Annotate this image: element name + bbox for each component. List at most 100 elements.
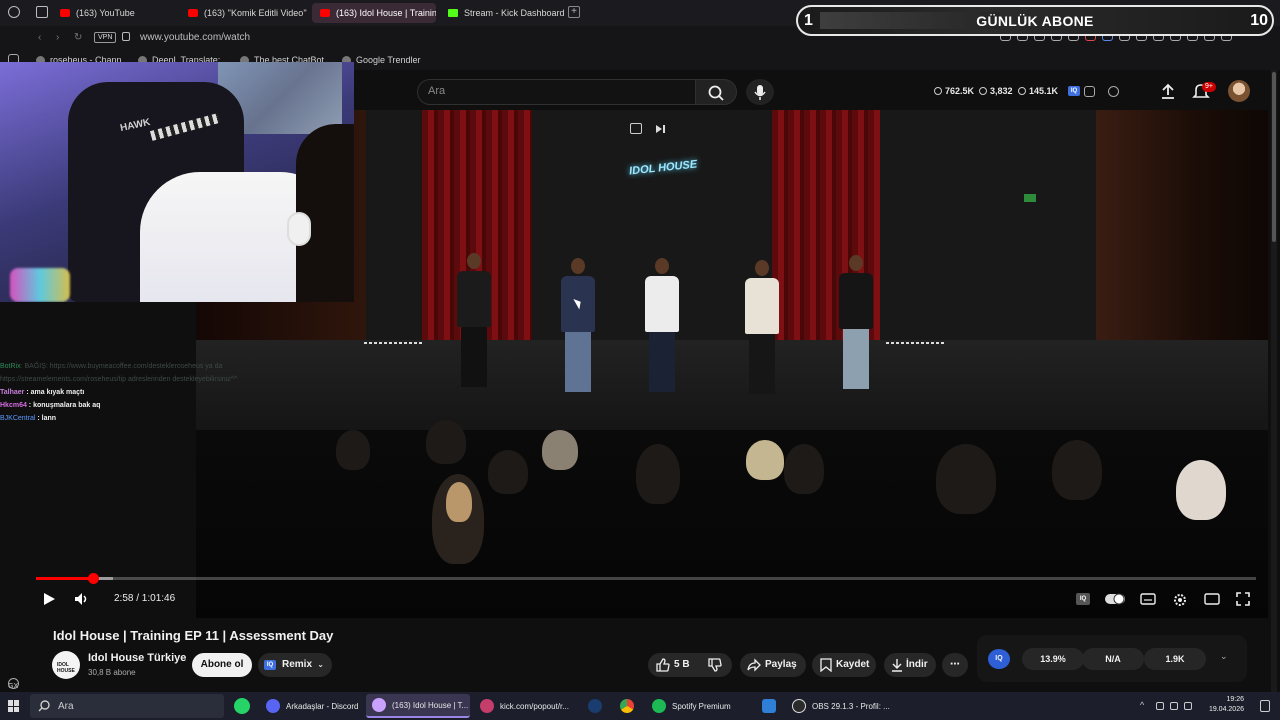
- goal-target-count: 10: [1250, 11, 1268, 29]
- microphone-tray-icon[interactable]: [1156, 702, 1164, 710]
- lock-icon[interactable]: [122, 32, 130, 41]
- vpn-badge[interactable]: VPN: [94, 32, 117, 43]
- autoplay-toggle[interactable]: [1104, 592, 1126, 606]
- award-icon[interactable]: [1108, 86, 1119, 97]
- network-icon[interactable]: [1170, 702, 1178, 710]
- stream-chat-overlay: BotRix: BAĞIŞ: https://www.buymeacoffee.…: [0, 360, 270, 425]
- scrubber-handle[interactable]: [88, 573, 100, 584]
- opera-gx-icon: [480, 699, 494, 713]
- played-bar: [36, 577, 94, 580]
- screen: (163) YouTube (163) ''Komik Editli Video…: [0, 0, 1280, 720]
- iq-stat-cell: N/A: [1082, 648, 1144, 670]
- taskbar-item-kick-popout[interactable]: kick.com/popout/r...: [474, 694, 578, 718]
- performer: [558, 258, 598, 392]
- scrollbar-thumb[interactable]: [1272, 72, 1276, 242]
- chat-message: BJKCentral : lann: [0, 415, 57, 422]
- chrome-icon[interactable]: [620, 699, 634, 713]
- iq-player-icon[interactable]: IQ: [1076, 593, 1090, 605]
- back-arrow-icon[interactable]: ‹: [38, 32, 41, 43]
- spotify-icon: [652, 699, 666, 713]
- fullscreen-icon[interactable]: [1236, 592, 1250, 606]
- like-button[interactable]: 5 B: [648, 653, 694, 677]
- theater-mode-icon[interactable]: [1204, 592, 1220, 606]
- forward-arrow-icon[interactable]: ›: [56, 32, 59, 43]
- taskbar-item-label: Arkadaşlar - Discord: [286, 701, 359, 711]
- tab-label: (163) YouTube: [76, 8, 135, 18]
- taskbar-item-browser[interactable]: (163) Idol House | T...: [366, 694, 470, 718]
- app-icon[interactable]: [762, 699, 776, 713]
- chat-text: ama kıyak maçtı: [30, 389, 85, 396]
- more-options-icon[interactable]: [8, 678, 19, 689]
- whatsapp-icon[interactable]: [234, 698, 250, 714]
- tab-youtube-home[interactable]: (163) YouTube: [52, 3, 180, 23]
- search-button[interactable]: [695, 79, 737, 105]
- search-input[interactable]: [417, 79, 696, 105]
- dislike-button[interactable]: [700, 653, 732, 677]
- windows-start-icon[interactable]: [8, 700, 20, 712]
- play-icon[interactable]: [42, 592, 56, 606]
- notifications-icon[interactable]: [1260, 700, 1270, 712]
- notification-count-badge: 9+: [1202, 82, 1216, 92]
- chevron-down-icon[interactable]: ⌄: [1220, 651, 1228, 662]
- goal-title: GÜNLÜK ABONE: [976, 12, 1094, 29]
- volume-tray-icon[interactable]: [1184, 702, 1192, 710]
- channel-name[interactable]: Idol House Türkiye: [88, 652, 186, 664]
- voice-search-button[interactable]: [746, 79, 774, 105]
- chat-message: BotRix: BAĞIŞ: https://www.buymeacoffee.…: [0, 363, 238, 383]
- exit-sign: [1024, 194, 1036, 202]
- tab-overview-icon[interactable]: [36, 6, 48, 18]
- chat-message: Hkcm64 : konuşmalara bak aq: [0, 402, 101, 409]
- audience: [196, 420, 1268, 618]
- taskbar-item-discord[interactable]: Arkadaşlar - Discord: [260, 694, 362, 718]
- thumbs-up-icon: [656, 658, 670, 672]
- bookmark-label: Google Trendler: [356, 55, 421, 65]
- miniplayer-icon[interactable]: [630, 123, 642, 134]
- skip-next-icon[interactable]: [654, 123, 666, 135]
- reload-icon[interactable]: ↻: [74, 32, 82, 43]
- subscribe-button[interactable]: Abone ol: [192, 653, 252, 677]
- taskbar-item-spotify[interactable]: Spotify Premium: [646, 694, 756, 718]
- clock-icon: [934, 87, 942, 95]
- volume-icon[interactable]: [74, 592, 90, 606]
- iq-logo-icon[interactable]: IQ: [988, 649, 1010, 669]
- tab-label: (163) ''Komik Editli Video'': [204, 8, 307, 18]
- list-icon[interactable]: [1084, 86, 1095, 97]
- chat-username: BotRix: [0, 363, 21, 370]
- download-button[interactable]: İndir: [884, 653, 936, 677]
- tab-komik-video[interactable]: (163) ''Komik Editli Video'': [180, 3, 310, 23]
- subtitles-icon[interactable]: [1140, 592, 1156, 606]
- tab-label: Stream - Kick Dashboard: [464, 8, 564, 18]
- upload-icon[interactable]: [1160, 82, 1176, 100]
- progress-bar[interactable]: [36, 573, 1256, 584]
- channel-avatar-text: IDOL HOUSE: [57, 662, 75, 674]
- iq-extension-icon[interactable]: IQ: [1068, 86, 1080, 96]
- settings-gear-icon[interactable]: [1172, 592, 1188, 608]
- more-actions-button[interactable]: ⋯: [942, 653, 968, 677]
- save-button[interactable]: Kaydet: [812, 653, 876, 677]
- share-button[interactable]: Paylaş: [740, 653, 806, 677]
- chevron-up-icon[interactable]: ^: [1140, 700, 1144, 710]
- account-avatar[interactable]: [1228, 80, 1250, 102]
- steam-icon[interactable]: [588, 699, 602, 713]
- url-field[interactable]: www.youtube.com/watch: [140, 32, 250, 43]
- remix-button[interactable]: IQ Remix ⌄: [258, 653, 332, 677]
- more-horizontal-icon: ⋯: [950, 659, 960, 670]
- channel-avatar[interactable]: IDOL HOUSE: [52, 651, 80, 679]
- eye-icon: [1018, 87, 1026, 95]
- youtube-favicon-icon: [188, 9, 198, 17]
- tab-idol-house[interactable]: (163) Idol House | Training: [312, 3, 436, 23]
- new-tab-plus-icon[interactable]: +: [568, 6, 580, 18]
- system-clock[interactable]: 19:26 19.04.2026: [1200, 695, 1244, 715]
- headphone-icon: [287, 212, 311, 246]
- opera-gx-logo-icon[interactable]: [8, 6, 20, 18]
- bookmark-icon: [820, 658, 832, 672]
- search-icon: [38, 700, 50, 712]
- tab-kick-dashboard[interactable]: Stream - Kick Dashboard: [440, 3, 564, 23]
- video-player[interactable]: IDOL HOUSE: [196, 110, 1268, 618]
- chat-username: BJKCentral: [0, 415, 36, 422]
- thumbs-down-icon: [708, 658, 722, 672]
- taskbar-item-obs[interactable]: OBS 29.1.3 - Profil: ...: [786, 694, 892, 718]
- performer: [454, 253, 494, 387]
- obs-icon: [792, 699, 806, 713]
- clock-time: 19:26: [1226, 696, 1244, 703]
